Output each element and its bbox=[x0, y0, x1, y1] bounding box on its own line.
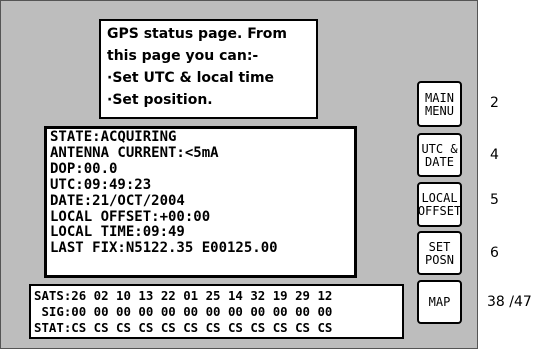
antenna-current-value: ANTENNA CURRENT:<5mA bbox=[50, 144, 219, 161]
help-line-intro: GPS status page. From bbox=[107, 26, 288, 42]
gps-status-page: GPS status page. From this page you can:… bbox=[0, 0, 548, 349]
utc-value: UTC:09:49:23 bbox=[50, 176, 152, 193]
help-line-set-position: ·Set position. bbox=[107, 92, 213, 108]
local-offset-page-number: 5 bbox=[490, 192, 499, 208]
help-line-set-time: ·Set UTC & local time bbox=[107, 70, 275, 86]
utc-date-page-number: 4 bbox=[490, 147, 499, 163]
local-offset-label-line-2: OFFSET bbox=[417, 204, 462, 218]
map-page-numbers: 38 /47 bbox=[487, 294, 532, 310]
last-fix-value: LAST FIX:N5122.35 E00125.00 bbox=[50, 240, 278, 257]
gps-status-box: STATE:ACQUIRING ANTENNA CURRENT:<5mA DOP… bbox=[44, 126, 357, 278]
satellite-status-row: STAT:CS CS CS CS CS CS CS CS CS CS CS CS bbox=[34, 320, 333, 336]
dop-value: DOP:00.0 bbox=[50, 160, 118, 177]
set-position-page-number: 6 bbox=[490, 245, 499, 261]
local-offset-value: LOCAL OFFSET:+00:00 bbox=[50, 208, 211, 225]
utc-date-label-line-1: UTC & bbox=[421, 141, 458, 156]
main-menu-label-line-2: MENU bbox=[425, 103, 454, 118]
local-offset-button[interactable]: LOCAL OFFSET bbox=[417, 182, 462, 227]
map-label: MAP bbox=[428, 295, 451, 309]
utc-date-button[interactable]: UTC & DATE bbox=[417, 133, 462, 177]
help-info-box: GPS status page. From this page you can:… bbox=[99, 19, 318, 119]
set-position-button[interactable]: SET POSN bbox=[417, 231, 462, 275]
utc-date-label-line-2: DATE bbox=[425, 154, 454, 169]
state-value: STATE:ACQUIRING bbox=[50, 129, 177, 145]
main-menu-button[interactable]: MAIN MENU bbox=[417, 81, 462, 127]
main-menu-label-line-1: MAIN bbox=[425, 90, 454, 105]
help-line-actions: this page you can:- bbox=[107, 48, 259, 64]
set-position-label-line-1: SET bbox=[428, 239, 451, 254]
gps-display-screen: GPS status page. From this page you can:… bbox=[0, 0, 478, 349]
satellite-ids-row: SATS:26 02 10 13 22 01 25 14 32 19 29 12 bbox=[34, 288, 333, 303]
date-value: DATE:21/OCT/2004 bbox=[50, 192, 185, 209]
satellite-signal-row: SIG:00 00 00 00 00 00 00 00 00 00 00 00 bbox=[34, 304, 333, 320]
satellite-status-box: SATS:26 02 10 13 22 01 25 14 32 19 29 12… bbox=[29, 284, 404, 339]
local-time-value: LOCAL TIME:09:49 bbox=[50, 224, 185, 241]
map-button[interactable]: MAP bbox=[417, 280, 462, 324]
main-menu-page-number: 2 bbox=[490, 95, 499, 111]
set-position-label-line-2: POSN bbox=[425, 252, 454, 267]
